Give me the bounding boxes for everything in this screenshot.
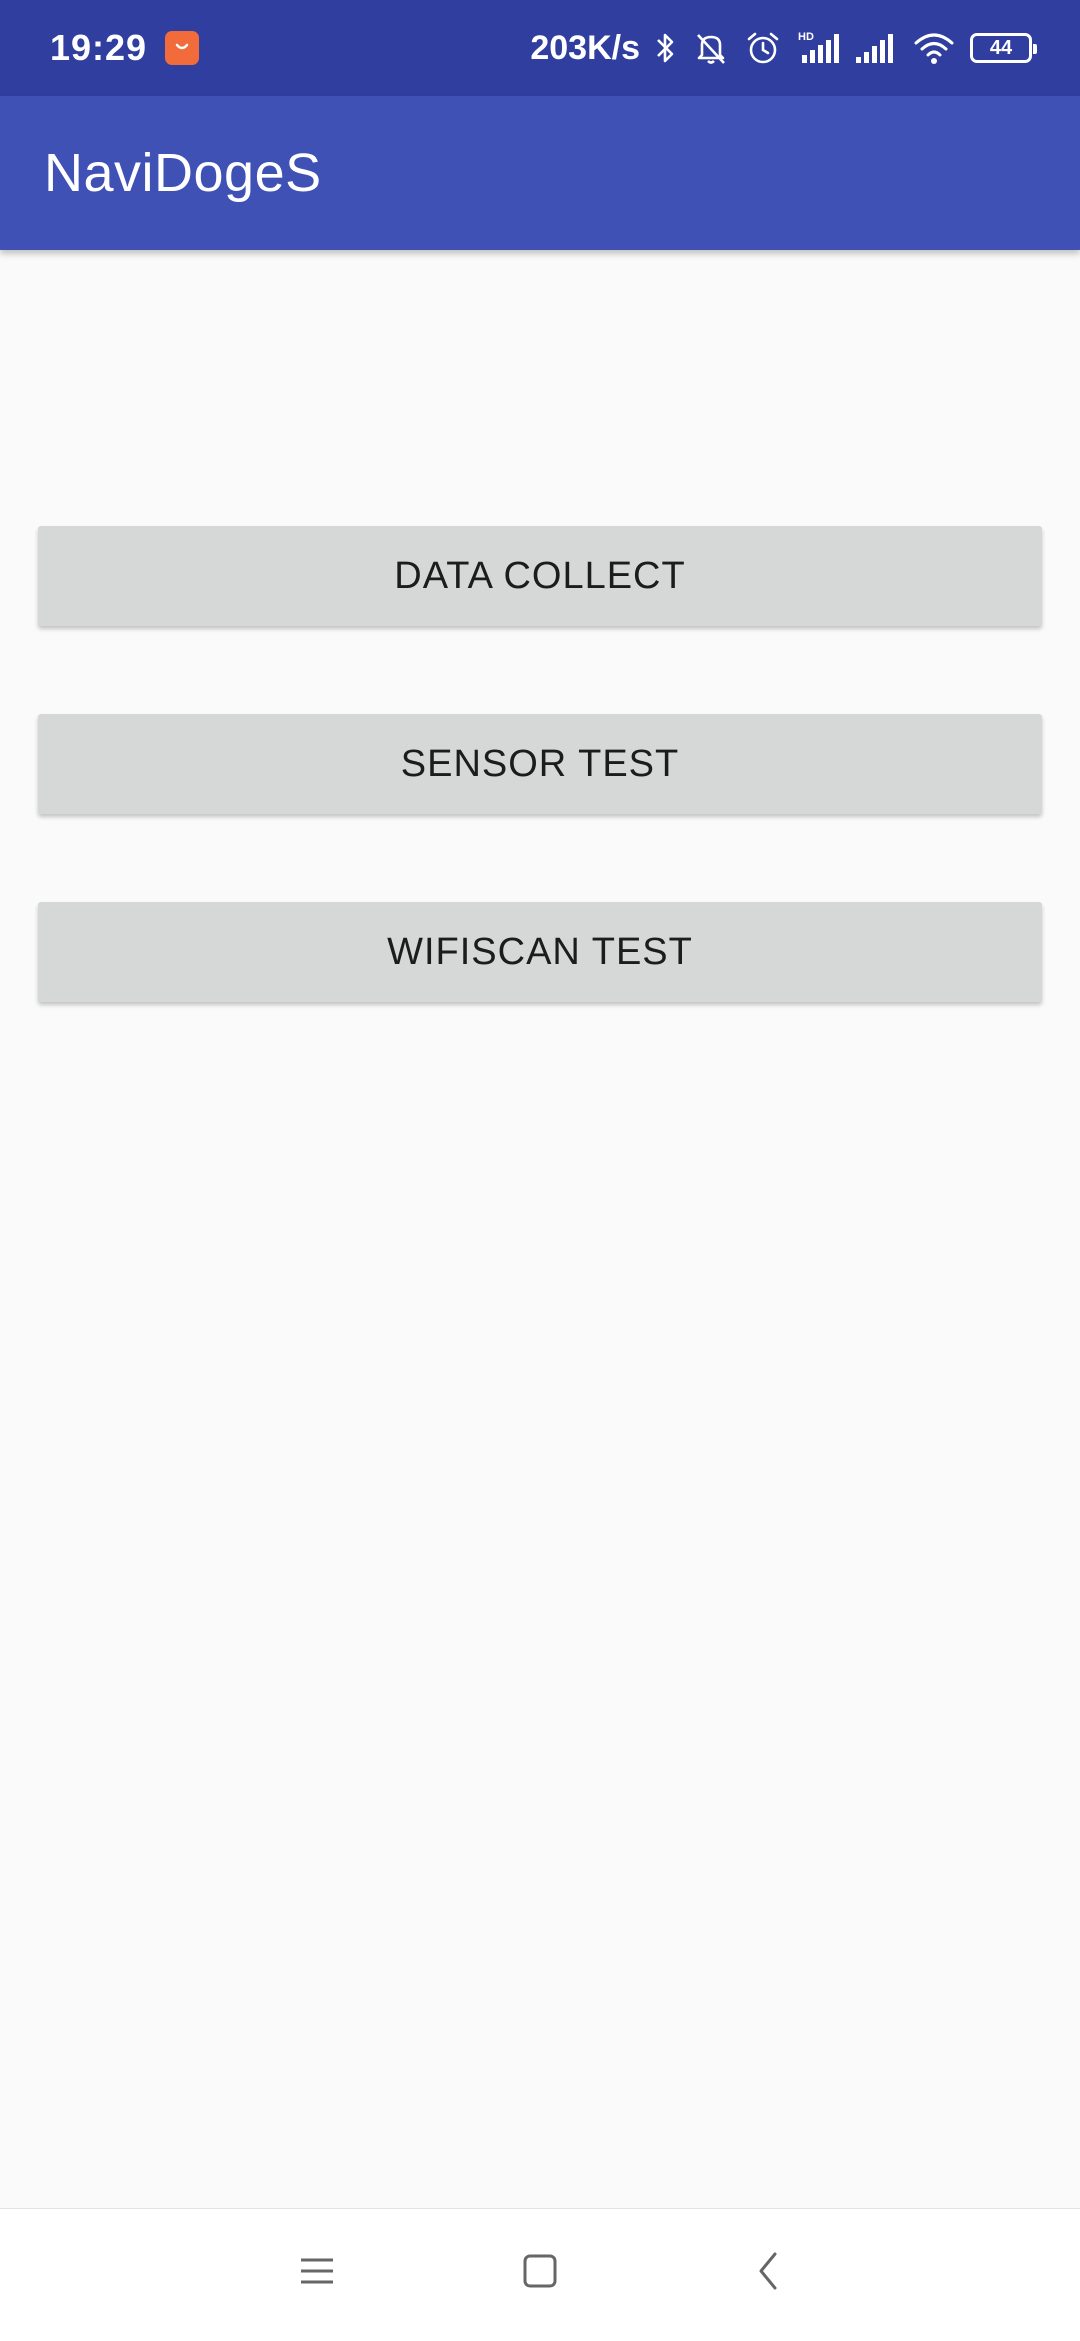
status-bar: 19:29 203K/s HD 44 bbox=[0, 0, 1080, 96]
network-speed: 203K/s bbox=[530, 28, 640, 67]
app-title: NaviDogeS bbox=[44, 143, 322, 203]
battery-icon: 44 bbox=[970, 33, 1037, 63]
mute-bell-icon bbox=[692, 29, 730, 67]
signal-hd-icon: HD bbox=[796, 29, 840, 67]
status-time: 19:29 bbox=[50, 27, 148, 68]
battery-level: 44 bbox=[989, 37, 1013, 59]
home-icon[interactable] bbox=[500, 2231, 580, 2311]
mi-app-store-icon bbox=[165, 31, 200, 65]
menu-icon[interactable] bbox=[277, 2231, 357, 2311]
app-toolbar: NaviDogeS bbox=[0, 96, 1080, 250]
back-icon[interactable] bbox=[728, 2231, 808, 2311]
status-icons: 203K/s HD 44 bbox=[530, 28, 1037, 68]
sensor-test-button[interactable]: SENSOR TEST bbox=[38, 714, 1042, 814]
signal-icon bbox=[854, 29, 898, 67]
svg-text:HD: HD bbox=[798, 31, 814, 43]
wifi-icon bbox=[912, 30, 956, 66]
alarm-icon bbox=[744, 29, 782, 67]
wifiscan-test-button[interactable]: WIFISCAN TEST bbox=[38, 902, 1042, 1002]
data-collect-button[interactable]: DATA COLLECT bbox=[38, 526, 1042, 626]
navigation-bar bbox=[0, 2208, 1080, 2341]
bluetooth-icon bbox=[654, 30, 678, 66]
